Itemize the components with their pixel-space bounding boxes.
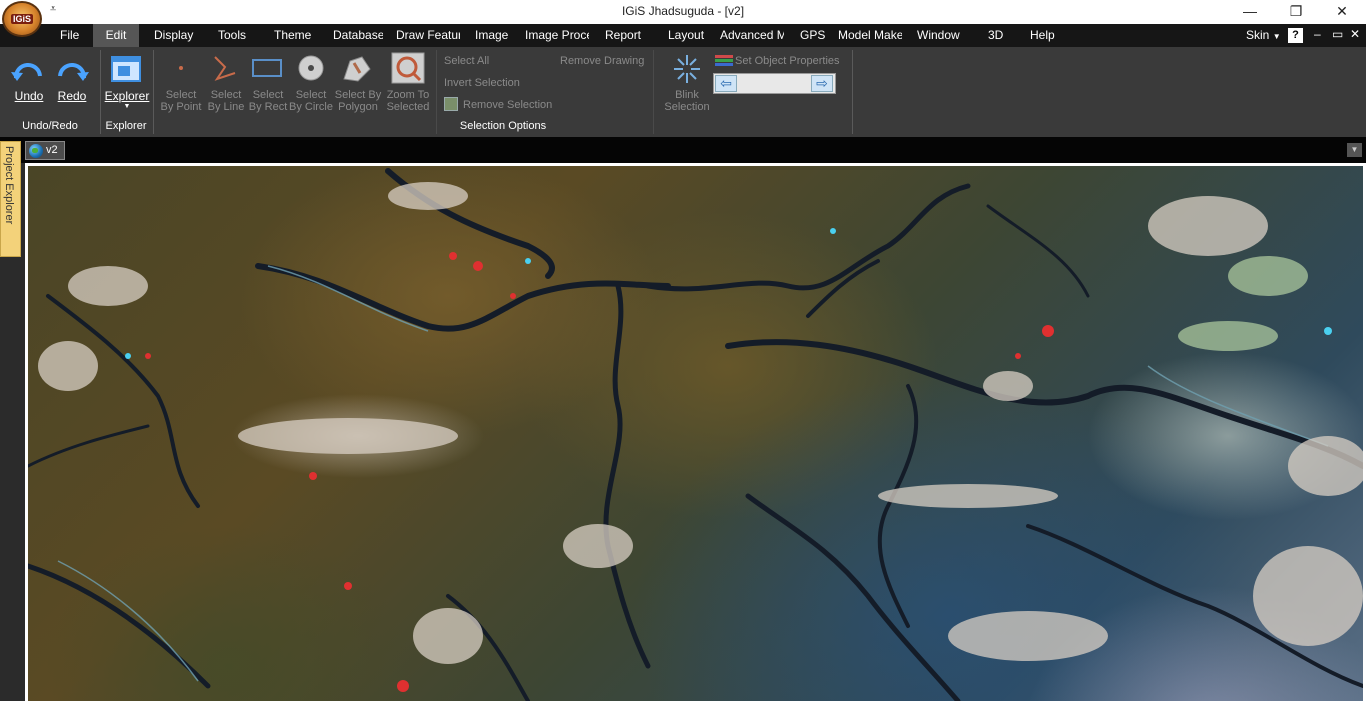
menu-file[interactable]: File [60, 24, 90, 47]
skin-label: Skin [1246, 28, 1270, 42]
select-line-icon[interactable] [211, 53, 239, 83]
map-canvas[interactable] [28, 166, 1363, 701]
label-line-1: Blink [675, 89, 699, 101]
mdi-restore-button[interactable]: ▭ [1332, 27, 1343, 41]
label-line-1: Select By [334, 89, 382, 101]
select-by-polygon-button[interactable]: Select By Polygon [334, 89, 382, 113]
arrow-left-icon[interactable]: ⇦ [715, 75, 737, 92]
select-by-line-button[interactable]: Select By Line [204, 89, 248, 113]
mdi-minimize-button[interactable]: – [1314, 27, 1321, 41]
ribbon: Undo Redo Undo/Redo Explorer ▼ Explorer … [0, 47, 1366, 137]
restore-button[interactable]: ❐ [1273, 0, 1319, 24]
menu-gps[interactable]: GPS [800, 24, 826, 47]
arrow-right-icon[interactable]: ⇨ [811, 75, 833, 92]
zoom-to-selected-button[interactable]: Zoom To Selected [384, 89, 432, 113]
menu-draw-feature[interactable]: Draw Featur [396, 24, 460, 47]
mdi-close-button[interactable]: ✕ [1350, 27, 1360, 41]
menu-model-maker[interactable]: Model Make [838, 24, 902, 47]
label-line-1: Select [252, 89, 284, 101]
label-line-2: By Rect [248, 101, 288, 113]
blink-selection-button[interactable]: Blink Selection [662, 89, 712, 113]
menu-advanced[interactable]: Advanced M [720, 24, 784, 47]
select-by-rect-button[interactable]: Select By Rect [246, 89, 290, 113]
app-logo-text: IGiS [10, 14, 33, 24]
menu-database[interactable]: Database [333, 24, 383, 47]
menu-help[interactable]: Help [1030, 24, 1060, 47]
skin-selector[interactable]: Skin ▼ [1246, 24, 1281, 47]
menu-bar: File Edit Display Tools Theme Database D… [0, 24, 1366, 47]
select-circle-icon[interactable] [297, 54, 325, 82]
menu-display[interactable]: Display [154, 24, 198, 47]
menu-3d[interactable]: 3D [988, 24, 1008, 47]
menu-edit[interactable]: Edit [93, 24, 139, 47]
select-all-button[interactable]: Select All [444, 55, 489, 67]
selection-options-group-label: Selection Options [459, 120, 547, 132]
help-icon[interactable]: ? [1288, 28, 1303, 43]
menu-theme[interactable]: Theme [274, 24, 314, 47]
blink-icon[interactable] [672, 53, 702, 85]
menu-layout[interactable]: Layout [668, 24, 708, 47]
project-explorer-panel-tab[interactable]: Project Explorer [0, 141, 21, 257]
explorer-icon[interactable] [110, 54, 142, 84]
title-bar: ⩡ IGiS Jhadsuguda - [v2] — ❐ ✕ [0, 0, 1366, 24]
remove-drawing-button[interactable]: Remove Drawing [560, 55, 644, 67]
undo-redo-group-label: Undo/Redo [22, 120, 78, 132]
label-line-1: Select [210, 89, 242, 101]
remove-selection-button[interactable]: Remove Selection [463, 99, 552, 111]
label-line-2: By Circle [288, 101, 333, 113]
explorer-button[interactable]: Explorer [104, 89, 150, 103]
select-by-point-button[interactable]: Select By Point [158, 89, 204, 113]
properties-icon [715, 55, 733, 66]
navigation-bar: ⇦ ⇨ [713, 73, 836, 94]
undo-button[interactable]: Undo [8, 89, 50, 103]
window-title: IGiS Jhadsuguda - [v2] [621, 4, 745, 18]
label-line-1: Select [165, 89, 197, 101]
globe-icon [29, 144, 43, 158]
menu-image-processing[interactable]: Image Proce [525, 24, 589, 47]
menu-window[interactable]: Window [917, 24, 965, 47]
document-tab-strip: v2 ▼ [0, 137, 1366, 163]
label-line-2: Polygon [338, 101, 378, 113]
label-line-2: Selected [386, 101, 430, 113]
menu-image[interactable]: Image [475, 24, 511, 47]
invert-selection-button[interactable]: Invert Selection [444, 77, 520, 89]
undo-icon[interactable] [10, 52, 46, 88]
label-line-1: Select [295, 89, 327, 101]
document-tab-label: v2 [46, 144, 58, 156]
chevron-down-icon[interactable]: ▼ [104, 103, 150, 110]
tab-list-dropdown[interactable]: ▼ [1347, 143, 1362, 157]
close-button[interactable]: ✕ [1319, 0, 1365, 24]
chevron-down-icon: ▼ [1272, 32, 1281, 41]
app-logo[interactable]: IGiS [2, 1, 42, 37]
ribbon-divider [153, 50, 154, 134]
redo-button[interactable]: Redo [52, 89, 92, 103]
ribbon-divider [653, 50, 654, 134]
redo-icon[interactable] [54, 52, 90, 88]
menu-tools[interactable]: Tools [218, 24, 254, 47]
zoom-selected-icon[interactable] [391, 52, 425, 84]
satellite-imagery [28, 168, 1363, 701]
set-object-properties-button[interactable]: Set Object Properties [735, 55, 840, 67]
label-line-1: Zoom To [386, 89, 430, 101]
document-tab-v2[interactable]: v2 [25, 141, 65, 160]
label-line-2: By Line [207, 101, 245, 113]
select-rect-icon[interactable] [251, 57, 283, 79]
select-by-circle-button[interactable]: Select By Circle [288, 89, 334, 113]
remove-selection-icon [444, 97, 458, 111]
label-line-2: Selection [664, 101, 710, 113]
select-polygon-icon[interactable] [340, 53, 374, 83]
select-point-icon[interactable] [168, 55, 194, 81]
explorer-group-label: Explorer [105, 120, 147, 132]
menu-report[interactable]: Report [605, 24, 645, 47]
label-line-2: By Point [160, 101, 202, 113]
project-explorer-label: Project Explorer [3, 146, 15, 225]
minimize-button[interactable]: — [1227, 0, 1273, 24]
ribbon-divider [852, 50, 853, 134]
